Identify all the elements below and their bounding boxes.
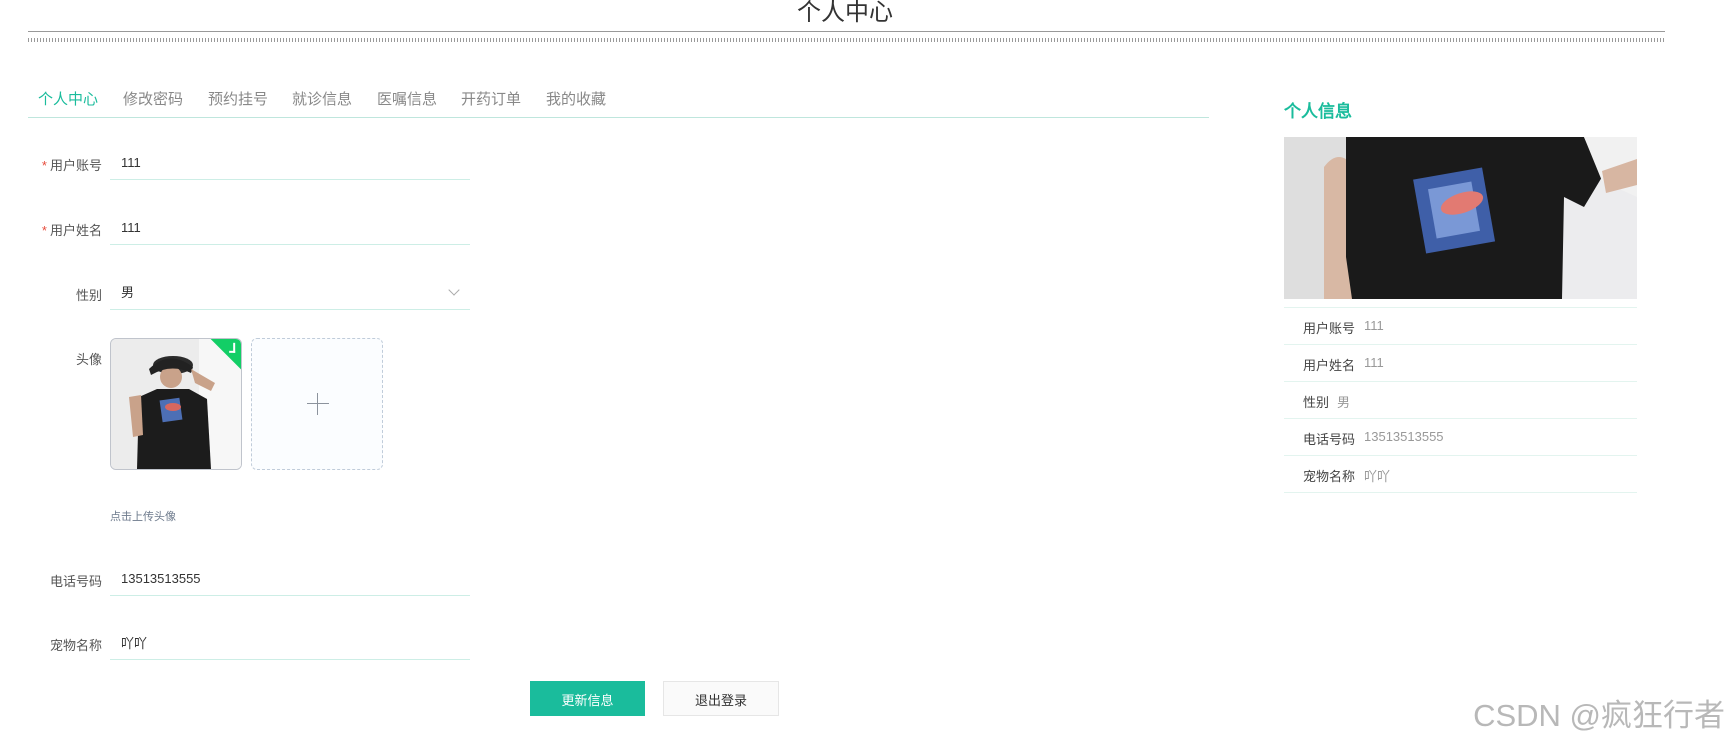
page-title: 个人中心: [797, 0, 893, 26]
tab-medical-orders[interactable]: 医嘱信息: [377, 88, 437, 109]
info-row-value: 吖吖: [1364, 469, 1391, 484]
gender-select[interactable]: 男: [110, 276, 470, 310]
tab-visit-info[interactable]: 就诊信息: [292, 88, 352, 109]
info-row-value: 13513513555: [1364, 429, 1444, 444]
gender-select-value: 男: [121, 285, 135, 300]
tab-bar: 个人中心 修改密码 预约挂号 就诊信息 医嘱信息 开药订单 我的收藏: [28, 84, 1209, 118]
account-label-text: 用户账号: [49, 158, 102, 173]
tab-favorites[interactable]: 我的收藏: [546, 88, 606, 109]
tab-prescription-orders[interactable]: 开药订单: [461, 88, 521, 109]
avatar-label: 头像: [75, 352, 102, 367]
plus-icon-vertical: [317, 393, 318, 415]
name-input[interactable]: [110, 211, 470, 245]
info-row-label: 电话号码: [1303, 432, 1356, 447]
info-row: 性别 男: [1284, 382, 1637, 419]
plus-icon: [307, 403, 329, 404]
update-info-button[interactable]: 更新信息: [530, 681, 645, 716]
title-divider-dots: [28, 38, 1665, 42]
phone-label: 电话号码: [49, 574, 102, 589]
avatar-image: [111, 339, 241, 469]
info-row-label: 用户姓名: [1303, 358, 1356, 373]
account-label: * 用户账号: [28, 155, 102, 174]
title-divider: [28, 31, 1665, 32]
phone-input[interactable]: [110, 562, 470, 596]
info-row: 用户账号 111: [1284, 308, 1637, 345]
account-input[interactable]: [110, 146, 470, 180]
info-row-value: 111: [1364, 355, 1384, 370]
gender-label: 性别: [75, 288, 102, 303]
info-row-value: 111: [1364, 318, 1384, 333]
info-photo-image: [1284, 137, 1637, 299]
info-row-label: 用户账号: [1303, 321, 1356, 336]
info-list: 用户账号 111 用户姓名 111 性别 男 电话号码 13513513555 …: [1284, 307, 1637, 493]
info-row-label: 性别: [1303, 395, 1330, 410]
chevron-down-icon: [448, 284, 460, 296]
required-mark: *: [41, 158, 47, 173]
info-row: 用户姓名 111: [1284, 345, 1637, 382]
tab-appointments[interactable]: 预约挂号: [208, 88, 268, 109]
avatar-upload-tip: 点击上传头像: [110, 511, 176, 523]
info-row: 宠物名称 吖吖: [1284, 456, 1637, 493]
required-mark: *: [41, 223, 47, 238]
name-label-text: 用户姓名: [49, 223, 102, 238]
avatar-preview[interactable]: [110, 338, 242, 470]
info-card-title: 个人信息: [1284, 102, 1352, 121]
info-row-label: 宠物名称: [1303, 469, 1356, 484]
logout-button[interactable]: 退出登录: [663, 681, 779, 716]
info-row: 电话号码 13513513555: [1284, 419, 1637, 456]
info-row-value: 男: [1337, 395, 1351, 410]
pet-name-input[interactable]: [110, 626, 470, 660]
info-photo: [1284, 137, 1637, 299]
csdn-watermark: CSDN @疯狂行者: [1473, 698, 1725, 733]
pet-name-label: 宠物名称: [49, 638, 102, 653]
tab-change-password[interactable]: 修改密码: [123, 88, 183, 109]
tab-profile[interactable]: 个人中心: [38, 88, 98, 109]
name-label: * 用户姓名: [28, 220, 102, 239]
avatar-upload-button[interactable]: [251, 338, 383, 470]
